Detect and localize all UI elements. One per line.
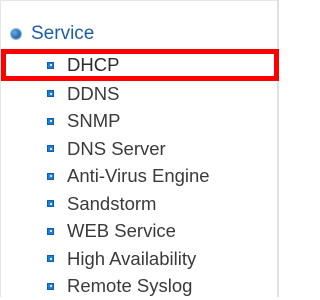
service-menu-list: DHCP DDNS SNMP DNS Server Anti-Virus Eng… [1, 53, 277, 300]
menu-item-web-service[interactable]: WEB Service [1, 218, 277, 246]
menu-item-label: WEB Service [67, 220, 176, 242]
service-section-header[interactable]: Service [11, 23, 94, 45]
bullet-icon [47, 200, 54, 207]
menu-item-label: High Availability [67, 248, 196, 270]
menu-item-high-availability[interactable]: High Availability [1, 245, 277, 273]
menu-item-label: Sandstorm [67, 193, 156, 215]
menu-item-label: DNS Server [67, 138, 166, 160]
bullet-icon [47, 145, 54, 152]
bullet-icon [47, 173, 54, 180]
bullet-icon [47, 90, 54, 97]
menu-item-label: DDNS [67, 83, 119, 105]
menu-item-anti-virus-engine[interactable]: Anti-Virus Engine [1, 163, 277, 191]
bullet-icon [47, 228, 54, 235]
menu-item-dhcp[interactable]: DHCP [1, 49, 279, 81]
bullet-icon [47, 118, 54, 125]
menu-item-ddns[interactable]: DDNS [1, 80, 277, 108]
menu-item-label: Anti-Virus Engine [67, 165, 210, 187]
bullet-icon [47, 255, 54, 262]
menu-item-sandstorm[interactable]: Sandstorm [1, 190, 277, 218]
menu-item-remote-syslog[interactable]: Remote Syslog [1, 273, 277, 300]
section-title: Service [31, 23, 94, 45]
bullet-icon [47, 283, 54, 290]
bullet-icon [47, 62, 54, 69]
sphere-icon [11, 29, 21, 39]
menu-item-dns-server[interactable]: DNS Server [1, 135, 277, 163]
menu-item-label: Remote Syslog [67, 275, 192, 297]
service-menu-panel: Service DHCP DDNS SNMP DNS Server Anti-V… [0, 0, 279, 297]
menu-item-label: SNMP [67, 110, 120, 132]
menu-item-label: DHCP [67, 54, 119, 76]
menu-item-snmp[interactable]: SNMP [1, 108, 277, 136]
